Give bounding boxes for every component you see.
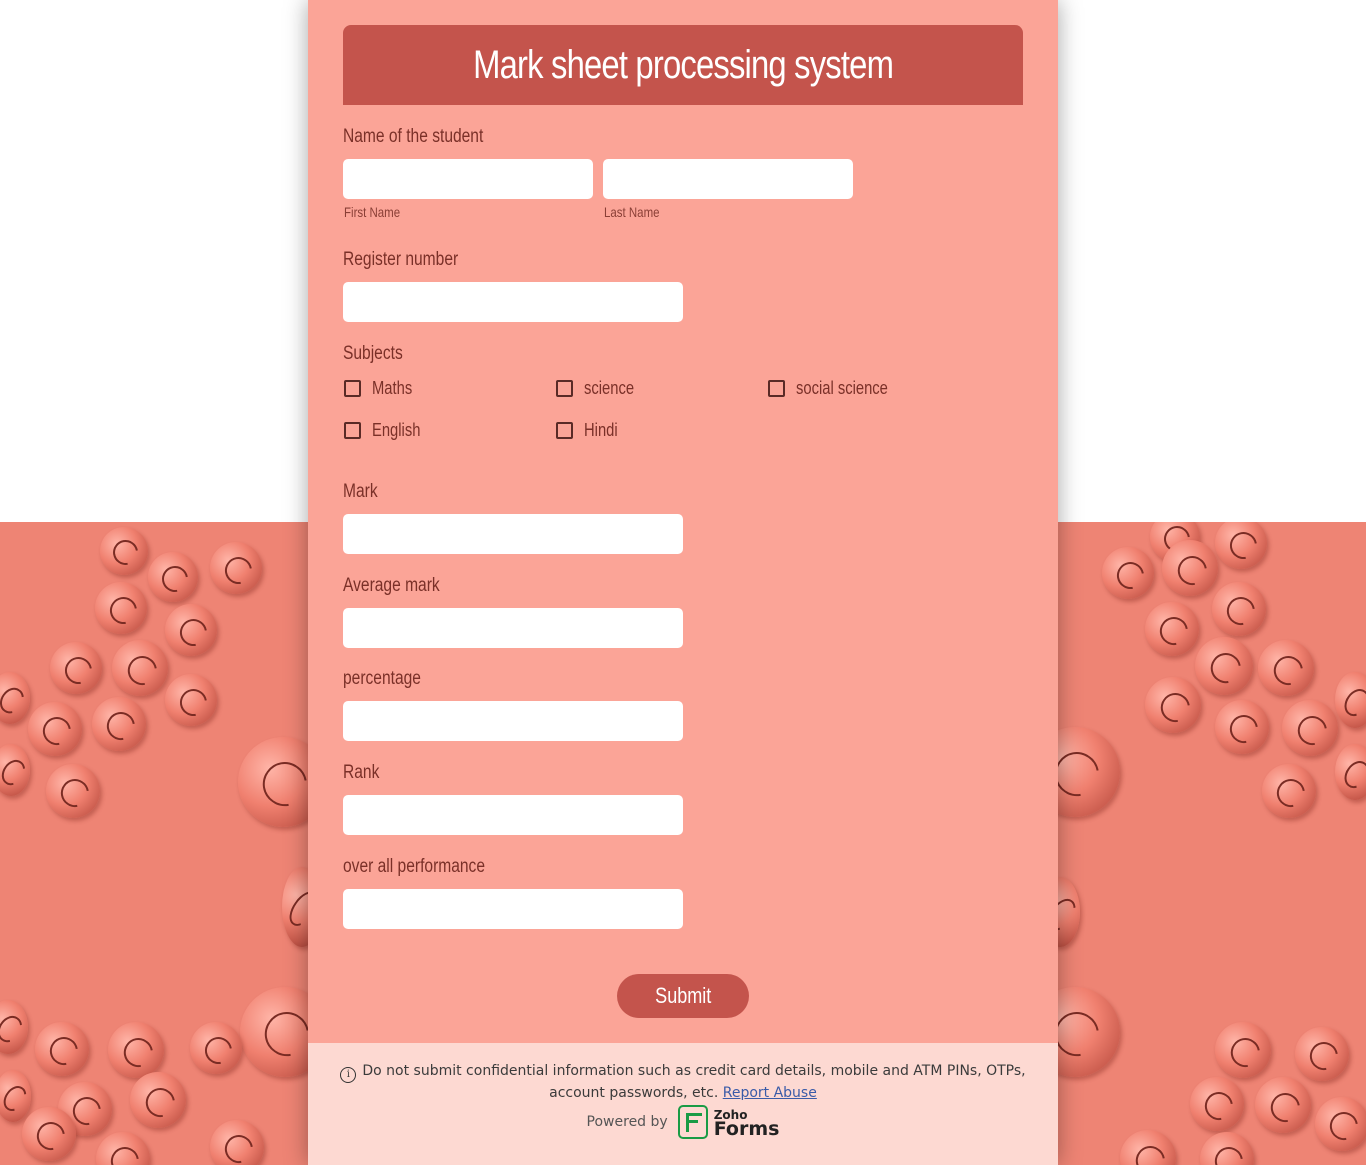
rank-label: Rank [343, 762, 380, 783]
subject-label: English [372, 420, 421, 440]
subject-label: social science [796, 378, 888, 398]
average-mark-input[interactable] [343, 608, 683, 648]
subject-checkbox-hindi[interactable]: Hindi [556, 420, 625, 441]
submit-button[interactable]: Submit [617, 974, 749, 1018]
last-name-input[interactable] [603, 159, 853, 199]
zoho-forms-brand[interactable]: Zoho Forms [713, 1108, 780, 1140]
register-number-input[interactable] [343, 282, 683, 322]
average-mark-label: Average mark [343, 575, 440, 596]
percentage-input[interactable] [343, 701, 683, 741]
report-abuse-link[interactable]: Report Abuse [723, 1085, 817, 1101]
subject-checkbox-social-science[interactable]: social science [768, 378, 908, 399]
rank-input[interactable] [343, 795, 683, 835]
first-name-input[interactable] [343, 159, 593, 199]
subject-checkbox-science[interactable]: science [556, 378, 645, 399]
checkbox-box[interactable] [768, 380, 785, 397]
student-name-label: Name of the student [343, 126, 484, 147]
last-name-sublabel: Last Name [604, 204, 660, 220]
footer: i Do not submit confidential information … [308, 1043, 1058, 1165]
subjects-label: Subjects [343, 343, 403, 364]
percentage-label: percentage [343, 668, 421, 689]
form-title: Mark sheet processing system [472, 42, 894, 87]
notice-text: Do not submit confidential information s… [362, 1063, 1026, 1101]
checkbox-box[interactable] [344, 380, 361, 397]
subject-label: science [584, 378, 635, 398]
subject-label: Hindi [584, 420, 618, 440]
form-card: Mark sheet processing system Name of the… [308, 0, 1058, 1165]
brand-bottom: Forms [713, 1118, 780, 1140]
subject-label: Maths [372, 378, 413, 398]
checkbox-box[interactable] [344, 422, 361, 439]
form-header: Mark sheet processing system [343, 25, 1023, 105]
powered-by: Powered by Zoho Forms [308, 1105, 1058, 1139]
overall-performance-input[interactable] [343, 889, 683, 929]
subject-checkbox-maths[interactable]: Maths [344, 378, 421, 399]
mark-label: Mark [343, 481, 378, 502]
confidential-notice: i Do not submit confidential information … [333, 1061, 1033, 1103]
zoho-forms-logo-icon[interactable] [677, 1105, 708, 1139]
subject-checkbox-english[interactable]: English [344, 420, 431, 441]
checkbox-box[interactable] [556, 380, 573, 397]
mark-input[interactable] [343, 514, 683, 554]
first-name-sublabel: First Name [344, 204, 401, 220]
overall-performance-label: over all performance [343, 856, 486, 877]
checkbox-box[interactable] [556, 422, 573, 439]
info-icon: i [340, 1067, 357, 1083]
register-number-label: Register number [343, 249, 459, 270]
submit-label: Submit [654, 983, 712, 1008]
powered-by-text: Powered by [586, 1114, 668, 1130]
